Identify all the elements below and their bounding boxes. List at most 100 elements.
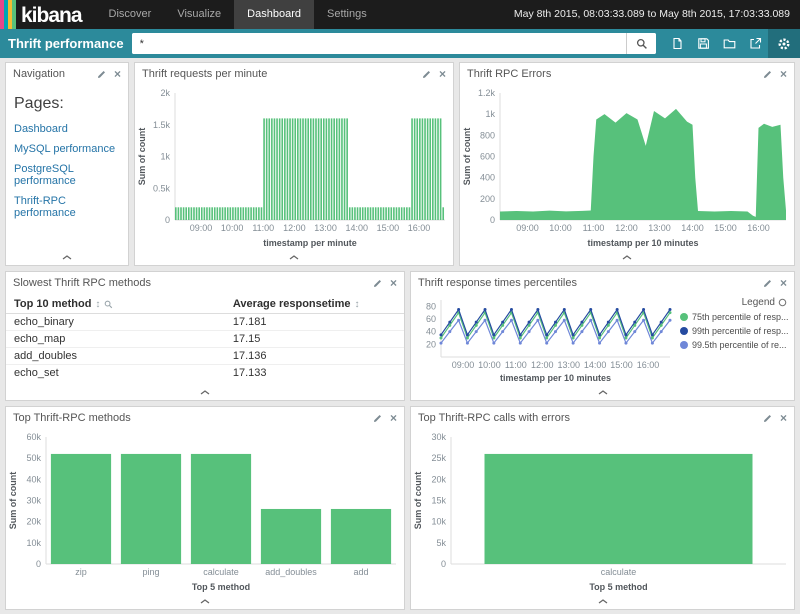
page-link-mysql[interactable]: MySQL performance [14, 143, 120, 155]
close-icon[interactable]: × [439, 68, 446, 80]
method-cell: add_doubles [6, 348, 225, 365]
edit-icon[interactable] [372, 278, 383, 289]
svg-text:0: 0 [36, 559, 41, 569]
close-icon[interactable]: × [780, 412, 787, 424]
edit-icon[interactable] [421, 69, 432, 80]
panel-collapse-toggle[interactable] [411, 594, 794, 609]
table-row: echo_binary 17.181 [6, 314, 404, 331]
method-cell: echo_binary [6, 314, 225, 331]
column-label: Top 10 method [14, 298, 91, 310]
nav-discover[interactable]: Discover [96, 0, 165, 29]
svg-text:calculate: calculate [203, 567, 239, 577]
svg-text:800: 800 [480, 130, 495, 140]
svg-text:Sum of count: Sum of count [8, 472, 18, 530]
page-link-thrift-rpc[interactable]: Thrift-RPC performance [14, 195, 120, 219]
table-header-responsetime[interactable]: Average responsetime ↕ [225, 294, 404, 314]
share-export-icon [749, 37, 762, 50]
svg-text:40: 40 [426, 327, 436, 337]
panel-collapse-toggle[interactable] [460, 250, 794, 265]
save-dashboard-button[interactable] [690, 29, 716, 58]
table-row: add_doubles 17.136 [6, 348, 404, 365]
svg-text:20k: 20k [26, 517, 41, 527]
search-button[interactable] [626, 33, 656, 54]
chevron-up-icon [598, 599, 608, 604]
chevron-up-icon [200, 390, 210, 395]
query-input[interactable] [132, 33, 626, 54]
svg-text:60k: 60k [26, 432, 41, 442]
table-header-method[interactable]: Top 10 method ↕ [6, 294, 225, 314]
chart-thrift-requests-per-minute[interactable]: 00.5k1k1.5k2k09:0010:0011:0012:0013:0014… [135, 85, 453, 250]
panel-title: Thrift response times percentiles [418, 277, 762, 289]
filter-magnifier-icon[interactable] [104, 300, 113, 309]
close-icon[interactable]: × [780, 277, 787, 289]
nav-settings[interactable]: Settings [314, 0, 380, 29]
svg-text:20k: 20k [431, 474, 446, 484]
kibana-logo-bars-icon [0, 0, 16, 29]
svg-text:15:00: 15:00 [714, 223, 737, 233]
close-icon[interactable]: × [780, 68, 787, 80]
chart-panel-body: 2040608009:0010:0011:0012:0013:0014:0015… [411, 294, 794, 385]
panel-collapse-toggle[interactable] [6, 385, 404, 400]
svg-text:13:00: 13:00 [557, 360, 580, 370]
nav-visualize[interactable]: Visualize [164, 0, 234, 29]
share-dashboard-button[interactable] [742, 29, 768, 58]
time-range-picker[interactable]: May 8th 2015, 08:03:33.089 to May 8th 20… [514, 0, 800, 29]
svg-text:20: 20 [426, 339, 436, 349]
svg-text:11:00: 11:00 [583, 223, 605, 233]
chart-top-thrift-rpc-methods[interactable]: 010k20k30k40k50k60kzippingcalculateadd_d… [6, 429, 404, 594]
kibana-logo-text: kibana [16, 0, 96, 29]
kibana-logo[interactable]: kibana [0, 0, 96, 29]
panel-top-methods: Top Thrift-RPC methods × 010k20k30k40k50… [5, 406, 405, 610]
svg-text:5k: 5k [436, 538, 446, 548]
edit-icon[interactable] [372, 413, 383, 424]
edit-icon[interactable] [762, 278, 773, 289]
panel-top-calls-with-errors: Top Thrift-RPC calls with errors × 05k10… [410, 406, 795, 610]
panel-title: Slowest Thrift RPC methods [13, 277, 372, 289]
svg-text:15k: 15k [431, 496, 446, 506]
chart-thrift-rpc-errors[interactable]: 02004006008001k1.2k09:0010:0011:0012:001… [460, 85, 794, 250]
sort-icon[interactable]: ↕ [354, 299, 359, 310]
legend-item[interactable]: 99th percentile of resp... [680, 326, 787, 336]
close-icon[interactable]: × [390, 412, 397, 424]
nav-dashboard[interactable]: Dashboard [234, 0, 314, 29]
legend-item[interactable]: 99.5th percentile of re... [680, 340, 787, 350]
svg-text:16:00: 16:00 [408, 223, 431, 233]
svg-text:16:00: 16:00 [747, 223, 770, 233]
svg-text:Top 5 method: Top 5 method [589, 582, 647, 592]
panel-collapse-toggle[interactable] [6, 594, 404, 609]
edit-icon[interactable] [762, 413, 773, 424]
chevron-up-icon [289, 255, 299, 260]
svg-text:Sum of count: Sum of count [137, 128, 147, 186]
chart-response-percentiles[interactable]: 2040608009:0010:0011:0012:0013:0014:0015… [411, 294, 678, 385]
svg-text:zip: zip [75, 567, 87, 577]
panel-collapse-toggle[interactable] [135, 250, 453, 265]
close-icon[interactable]: × [390, 277, 397, 289]
svg-text:10k: 10k [26, 538, 41, 548]
chart-top-calls-with-errors[interactable]: 05k10k15k20k25k30kcalculateTop 5 methodS… [411, 429, 794, 594]
svg-text:1k: 1k [160, 152, 170, 162]
svg-text:add: add [353, 567, 368, 577]
panel-header: Thrift response times percentiles × [411, 272, 794, 294]
dashboard-row-1: Navigation × Pages: Dashboard MySQL perf… [5, 62, 795, 266]
edit-icon[interactable] [96, 69, 107, 80]
svg-text:1k: 1k [485, 109, 495, 119]
legend-item[interactable]: 75th percentile of resp... [680, 312, 787, 322]
svg-text:0: 0 [441, 559, 446, 569]
table-row: echo_set 17.133 [6, 365, 404, 382]
page-link-postgresql[interactable]: PostgreSQL performance [14, 163, 120, 187]
edit-icon[interactable] [762, 69, 773, 80]
panel-collapse-toggle[interactable] [6, 250, 128, 265]
svg-text:ping: ping [142, 567, 159, 577]
load-dashboard-button[interactable] [716, 29, 742, 58]
dashboard-settings-button[interactable] [768, 29, 800, 58]
new-dashboard-button[interactable] [664, 29, 690, 58]
panel-collapse-toggle[interactable] [411, 385, 794, 400]
svg-text:1.2k: 1.2k [478, 88, 496, 98]
close-icon[interactable]: × [114, 68, 121, 80]
panel-header: Slowest Thrift RPC methods × [6, 272, 404, 294]
legend-toggle[interactable]: Legend [680, 297, 787, 308]
page-link-dashboard[interactable]: Dashboard [14, 123, 120, 135]
responsetime-cell: 17.133 [225, 365, 404, 382]
sort-icon[interactable]: ↕ [95, 299, 100, 310]
panel-header: Thrift RPC Errors × [460, 63, 794, 85]
